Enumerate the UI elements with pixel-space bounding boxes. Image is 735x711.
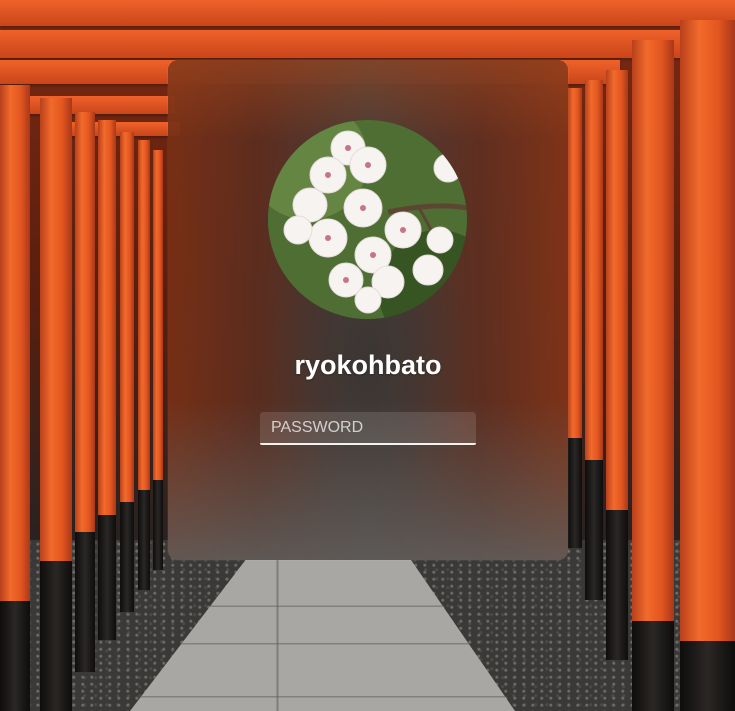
user-avatar	[268, 120, 467, 319]
torii-beam	[0, 0, 735, 26]
torii-pillar	[153, 150, 163, 570]
cherry-blossom-icon	[268, 120, 467, 319]
torii-pillar	[0, 85, 30, 711]
torii-pillar	[40, 98, 72, 711]
torii-pillar	[632, 40, 674, 711]
torii-pillar	[138, 140, 150, 590]
username-label: ryokohbato	[294, 350, 442, 380]
torii-pillar	[585, 80, 603, 600]
torii-pillar	[98, 120, 116, 640]
login-card: ryokohbato	[168, 60, 568, 560]
torii-pillar	[75, 112, 95, 672]
torii-pillar	[680, 20, 735, 711]
torii-pillar	[568, 88, 582, 548]
password-input[interactable]	[260, 412, 476, 445]
torii-pillar	[606, 70, 628, 660]
torii-pillar	[120, 132, 134, 612]
torii-beam	[0, 30, 690, 58]
lock-screen: ryokohbato	[0, 0, 735, 711]
